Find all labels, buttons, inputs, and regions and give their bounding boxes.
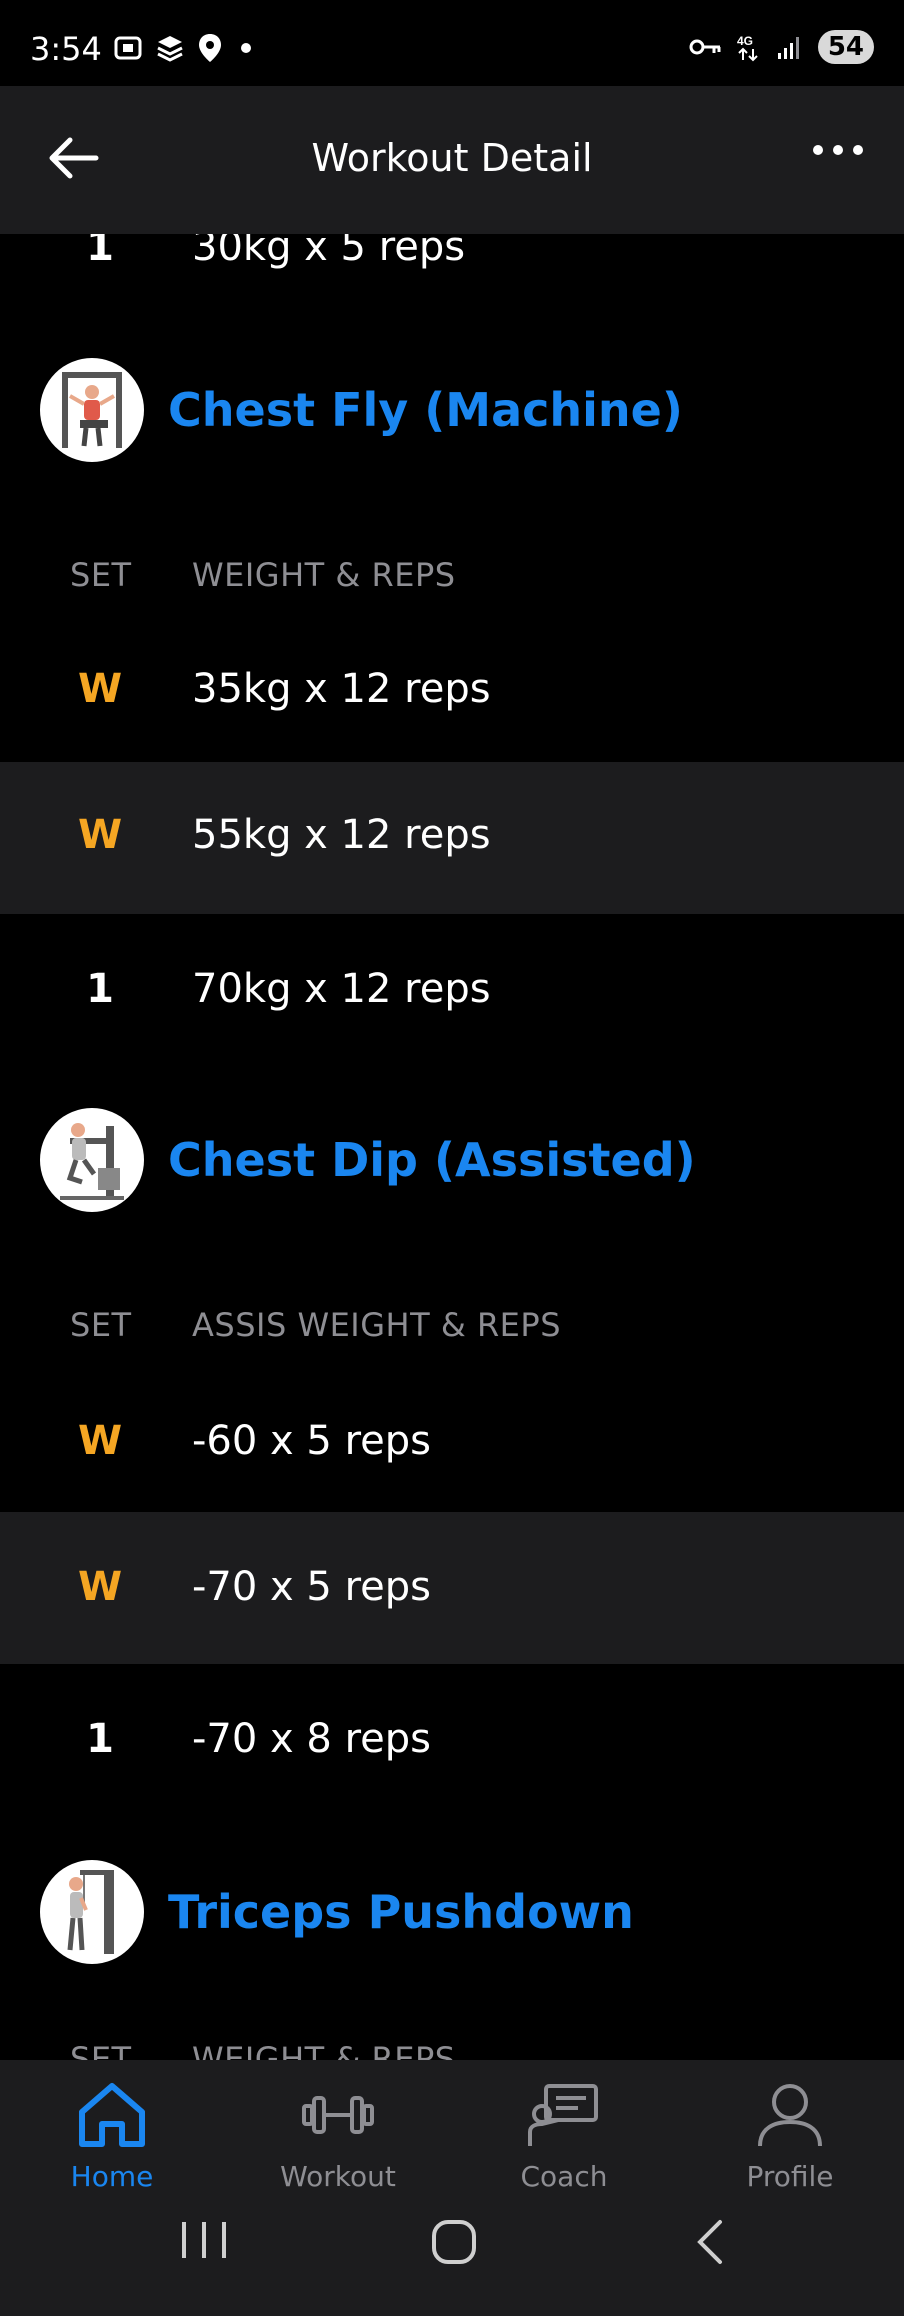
column-header-set: SET [70, 556, 132, 594]
status-icons-right: 4G 54 [688, 30, 874, 64]
home-icon [79, 2083, 145, 2147]
data-4g-icon: 4G [737, 34, 758, 62]
stack-icon [157, 36, 183, 62]
dot-icon [241, 43, 251, 53]
chest-dip-assisted-image [60, 1123, 124, 1200]
recent-apps-icon[interactable] [176, 2218, 232, 2262]
svg-text:4G: 4G [737, 34, 753, 48]
set-row: W -60 x 5 reps [0, 1366, 904, 1518]
status-icons-left [112, 32, 258, 64]
coach-icon [528, 2084, 598, 2146]
set-value: 55kg x 12 reps [192, 812, 491, 858]
dumbbell-icon [302, 2096, 374, 2134]
exercise-thumbnail [40, 1860, 144, 1964]
signal-icon [777, 37, 799, 59]
set-value: -60 x 5 reps [192, 1418, 432, 1464]
column-header-set: SET [70, 1306, 132, 1344]
set-number: 1 [86, 234, 114, 270]
profile-icon [758, 2084, 822, 2147]
exercise-name: Chest Fly (Machine) [168, 383, 683, 437]
app-bar: Workout Detail [0, 86, 904, 234]
page-title: Workout Detail [311, 136, 593, 180]
column-header-value: ASSIS WEIGHT & REPS [192, 1306, 561, 1344]
exercise-header[interactable]: Chest Dip (Assisted) [40, 1106, 696, 1214]
vpn-key-icon [689, 39, 721, 55]
set-value: 30kg x 5 reps [192, 234, 466, 270]
status-bar: 3:54 4G 54 [0, 0, 904, 86]
more-options-icon[interactable] [812, 142, 864, 158]
exercise-header[interactable]: Chest Fly (Machine) [40, 356, 683, 464]
exercise-thumbnail [40, 1108, 144, 1212]
set-row: 1 30kg x 5 reps [0, 234, 904, 300]
set-warmup-label: W [77, 1564, 123, 1610]
home-nav-icon[interactable] [430, 2218, 478, 2266]
chest-fly-machine-image [62, 372, 122, 448]
set-value: -70 x 5 reps [192, 1564, 432, 1610]
set-row: W 55kg x 12 reps [0, 762, 904, 914]
status-time: 3:54 [30, 30, 102, 68]
column-header-set: SET [70, 2040, 132, 2060]
system-nav-bar [0, 2172, 904, 2316]
exercise-header[interactable]: Triceps Pushdown [40, 1858, 634, 1966]
column-header-value: WEIGHT & REPS [192, 2040, 456, 2060]
set-number: 1 [86, 966, 114, 1012]
set-value: 70kg x 12 reps [192, 966, 491, 1012]
location-icon [199, 34, 221, 62]
set-number: 1 [86, 1716, 114, 1762]
exercise-thumbnail [40, 358, 144, 462]
exercise-name: Chest Dip (Assisted) [168, 1133, 696, 1187]
set-warmup-label: W [77, 666, 123, 712]
triceps-pushdown-image [67, 1870, 114, 1954]
set-value: -70 x 8 reps [192, 1716, 432, 1762]
set-warmup-label: W [77, 812, 123, 858]
exercise-name: Triceps Pushdown [168, 1885, 634, 1939]
back-nav-icon[interactable] [690, 2218, 730, 2266]
battery-indicator: 54 [817, 30, 874, 64]
set-row: W -70 x 5 reps [0, 1512, 904, 1664]
set-warmup-label: W [77, 1418, 123, 1464]
set-row: 1 70kg x 12 reps [0, 914, 904, 1066]
set-row: 1 -70 x 8 reps [0, 1664, 904, 1816]
workout-detail-list[interactable]: 1 30kg x 5 reps Chest Fly (Machine) SET … [0, 234, 904, 2060]
column-header-value: WEIGHT & REPS [192, 556, 456, 594]
set-row: W 35kg x 12 reps [0, 616, 904, 768]
screenshot-icon [114, 36, 142, 60]
set-value: 35kg x 12 reps [192, 666, 491, 712]
